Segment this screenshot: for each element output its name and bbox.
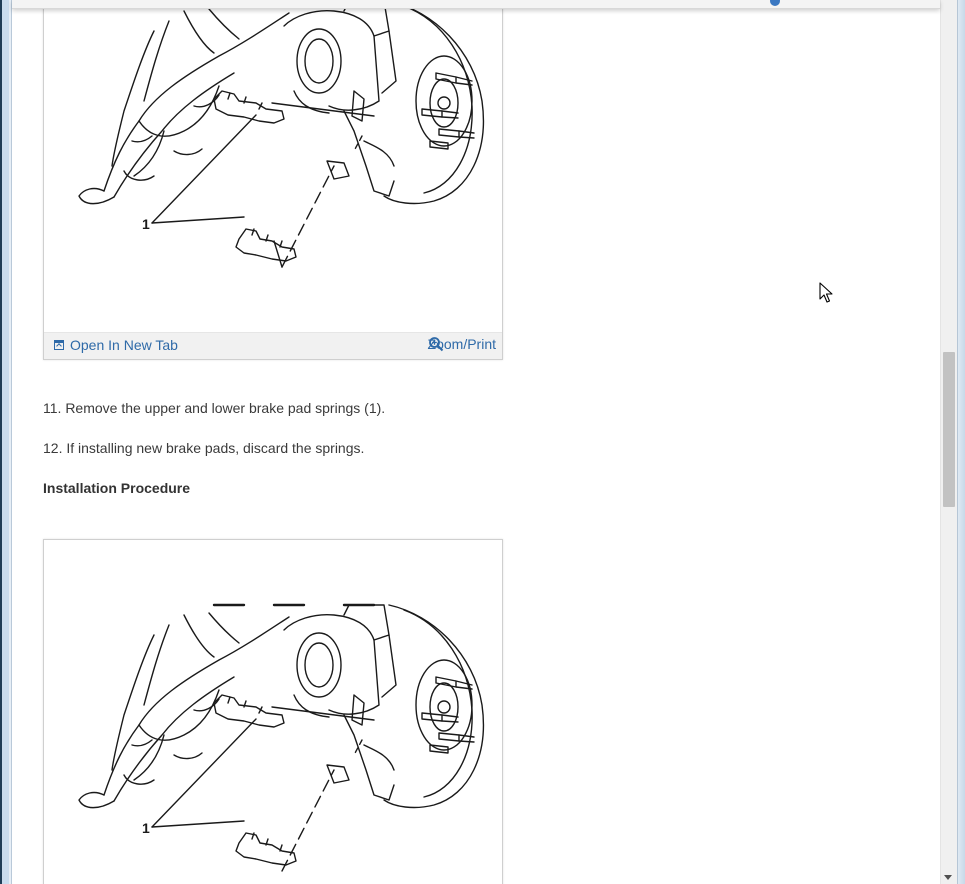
installation-procedure-heading: Installation Procedure xyxy=(43,480,191,496)
window-frame-right xyxy=(957,0,965,884)
step-12: 12. If installing new brake pads, discar… xyxy=(43,440,365,456)
magnifier-zoom-icon xyxy=(428,337,443,352)
scroll-down-arrow-icon[interactable] xyxy=(944,875,952,880)
page-content: 1 Open In New Tab Zoom/Print 11. Remove … xyxy=(13,0,940,884)
scrollbar-thumb[interactable] xyxy=(943,352,955,507)
mouse-cursor-icon xyxy=(819,282,833,303)
callout-label: 1 xyxy=(142,216,150,232)
figure-brake-pad-springs-installation: 1 xyxy=(43,539,503,884)
toolbar-badge-icon xyxy=(770,0,780,6)
brake-caliper-illustration: 1 xyxy=(78,603,485,872)
overlay-toolbar-edge xyxy=(12,0,940,9)
brake-caliper-illustration: 1 xyxy=(78,0,485,268)
step-11: 11. Remove the upper and lower brake pad… xyxy=(43,400,386,416)
window-frame-edge xyxy=(0,0,2,884)
figure-toolbar: Open In New Tab Zoom/Print xyxy=(44,332,502,359)
open-in-new-tab-link[interactable]: Open In New Tab xyxy=(54,337,178,353)
open-in-new-tab-icon xyxy=(54,340,64,350)
callout-label: 1 xyxy=(142,820,150,836)
vertical-scrollbar[interactable] xyxy=(940,0,957,884)
open-in-new-tab-label: Open In New Tab xyxy=(70,337,178,353)
zoom-print-link[interactable]: Zoom/Print xyxy=(428,336,496,352)
figure-brake-pad-springs-removal: 1 Open In New Tab Zoom/Print xyxy=(43,0,503,360)
